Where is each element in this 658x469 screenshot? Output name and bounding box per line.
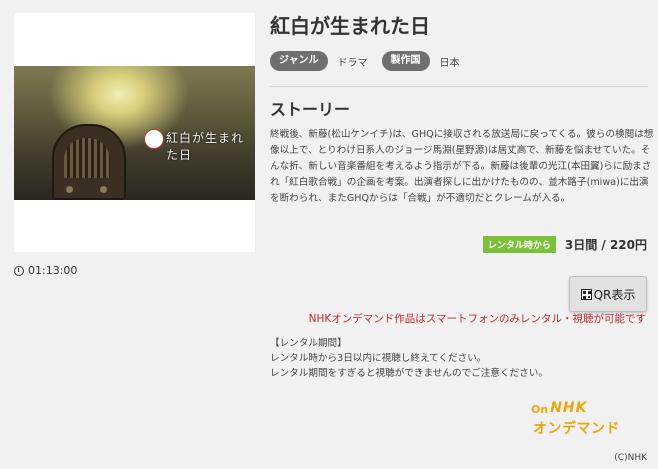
clock-icon	[14, 265, 24, 276]
kohaku-logo-icon	[144, 129, 164, 149]
qr-code-icon	[580, 288, 592, 300]
country-value[interactable]: 日本	[440, 54, 460, 69]
rental-badge: レンタル時から	[482, 236, 556, 253]
radio-knob	[66, 186, 73, 193]
title-divider	[270, 86, 648, 87]
duration-value: 01:13:00	[28, 264, 78, 277]
qr-button-label: QR表示	[593, 287, 636, 302]
country-label: 製作国	[381, 51, 430, 71]
copyright: (C)NHK	[614, 453, 647, 463]
smartphone-notice: NHKオンデマンド作品はスマートフォンのみレンタル・視聴が可能です	[308, 313, 646, 325]
rental-period-line1: レンタル時から3日以内に視聴し終えてください。	[270, 353, 487, 364]
rental-period-heading: 【レンタル期間】	[270, 338, 347, 349]
story-text: 終戦後、新藤(松山ケンイチ)は、GHQに接収される放送局に戻ってくる。彼らの検閲…	[270, 129, 654, 204]
rental-period: 【レンタル期間】 レンタル時から3日以内に視聴し終えてください。 レンタル期間を…	[270, 336, 548, 381]
rental-period-line2: レンタル期間をすぎると視聴ができませんのでご注意ください。	[270, 368, 548, 379]
thumbnail-title: 紅白が生まれた日	[166, 131, 245, 162]
program-thumbnail: 紅白が生まれた日	[14, 13, 255, 252]
rental-price: 3日間 / 220円	[564, 238, 647, 252]
program-tags: ジャンル ドラマ 製作国 日本	[270, 51, 474, 71]
nhk-logo-top: NHK	[550, 400, 588, 416]
story-heading: ストーリー	[270, 100, 351, 119]
program-title: 紅白が生まれた日	[270, 14, 430, 38]
duration: 01:13:00	[14, 264, 77, 277]
radio-grill	[64, 138, 110, 178]
genre-value[interactable]: ドラマ	[338, 54, 368, 69]
nhk-ondemand-logo: On NHK オンデマンド	[531, 400, 620, 437]
thumbnail-image: 紅白が生まれた日	[14, 66, 255, 200]
qr-display-button[interactable]: QR表示	[569, 276, 647, 312]
rental-price-row: レンタル時から 3日間 / 220円	[482, 236, 647, 253]
radio-knob	[100, 186, 107, 193]
nhk-logo-bottom: オンデマンド	[533, 421, 620, 437]
genre-label: ジャンル	[270, 51, 328, 71]
